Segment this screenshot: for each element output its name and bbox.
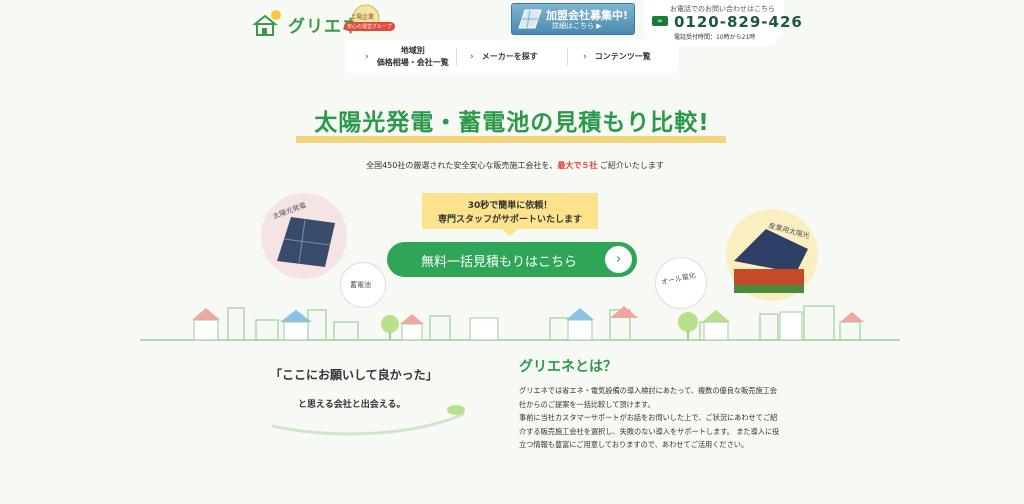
nav-item-label: 価格相場・会社一覧 [376,57,449,67]
nav-item-maker[interactable]: › メーカーを探す [470,40,538,73]
about-body: グリエネでは省エネ・電気設備の導入検討にあたって、複数の優良な販売施工会社からの… [519,384,783,452]
nav-item-label: 地域別 [400,45,425,55]
about-title: グリエネとは？ [519,359,617,375]
intro-text-end: ご紹介いたします [597,161,664,170]
phone-hours: 電話受付時間：10時から21時 [674,34,756,41]
callout-line2: 専門スタッフがサポートいたします [437,215,582,225]
testimonial-subtext: と思える会社と出会える。 [298,400,406,410]
badge-line1: 上場企業 [350,14,375,21]
chevron-right-icon: › [470,51,474,62]
solar-panel-icon [518,9,542,29]
house-sun-icon [252,10,281,36]
nav-item-label: メーカーを探す [481,52,538,61]
callout-box: 30秒で簡単に依頼！ 専門スタッフがサポートいたします [422,193,598,229]
recruit-banner[interactable]: 加盟会社募集中! 詳細はこちら ▶ [511,3,635,35]
listed-company-badge: 上場企業 安心の運営グループ [344,4,395,40]
badge-line2: 安心の運営グループ [344,22,395,31]
testimonial-quote: 「ここにお願いして良かった」 [270,368,438,382]
chevron-right-icon: › [365,51,369,62]
title-underline [296,136,726,143]
callout-line1: 30秒で簡単に依頼！ [467,201,553,211]
town-illustration [140,305,900,341]
main-nav: › 地域別 価格相場・会社一覧 › メーカーを探す › コンテンツ一覧 [345,40,678,73]
about-paragraph: グリエネでは省エネ・電気設備の導入検討にあたって、複数の優良な販売施工会社からの… [519,386,778,409]
nav-item-label: コンテンツ一覧 [594,52,651,61]
nav-item-contents[interactable]: › コンテンツ一覧 [583,40,651,73]
recruit-link: 詳細はこちら ▶ [552,22,602,30]
chevron-right-icon: › [605,246,632,273]
freedial-icon: ∞ [652,16,668,26]
chevron-right-icon: › [583,51,587,62]
callout-pointer [502,229,518,236]
free-estimate-button[interactable]: 無料一括見積もりはこちら › [387,242,637,277]
nav-item-region[interactable]: › 地域別 価格相場・会社一覧 [365,40,449,73]
intro-highlight: 最大で５社 [557,161,598,170]
nav-divider [456,48,457,66]
phone-number[interactable]: 0120-829-426 [674,13,803,31]
nav-divider [567,48,568,66]
cta-label: 無料一括見積もりはこちら [421,255,578,270]
intro-text: 全国450社の厳選された安全安心な販売施工会社を、最大で５社 ご紹介いたします [330,160,700,171]
about-paragraph: 事前に当社カスタマーサポートがお話をお伺いした上で、ご状況にあわせてご紹介する販… [519,413,780,450]
page-title: 太陽光発電・蓄電池の見積もり比較! [314,110,710,136]
intro-text-start: 全国450社の厳選された安全安心な販売施工会社を、 [366,161,558,170]
